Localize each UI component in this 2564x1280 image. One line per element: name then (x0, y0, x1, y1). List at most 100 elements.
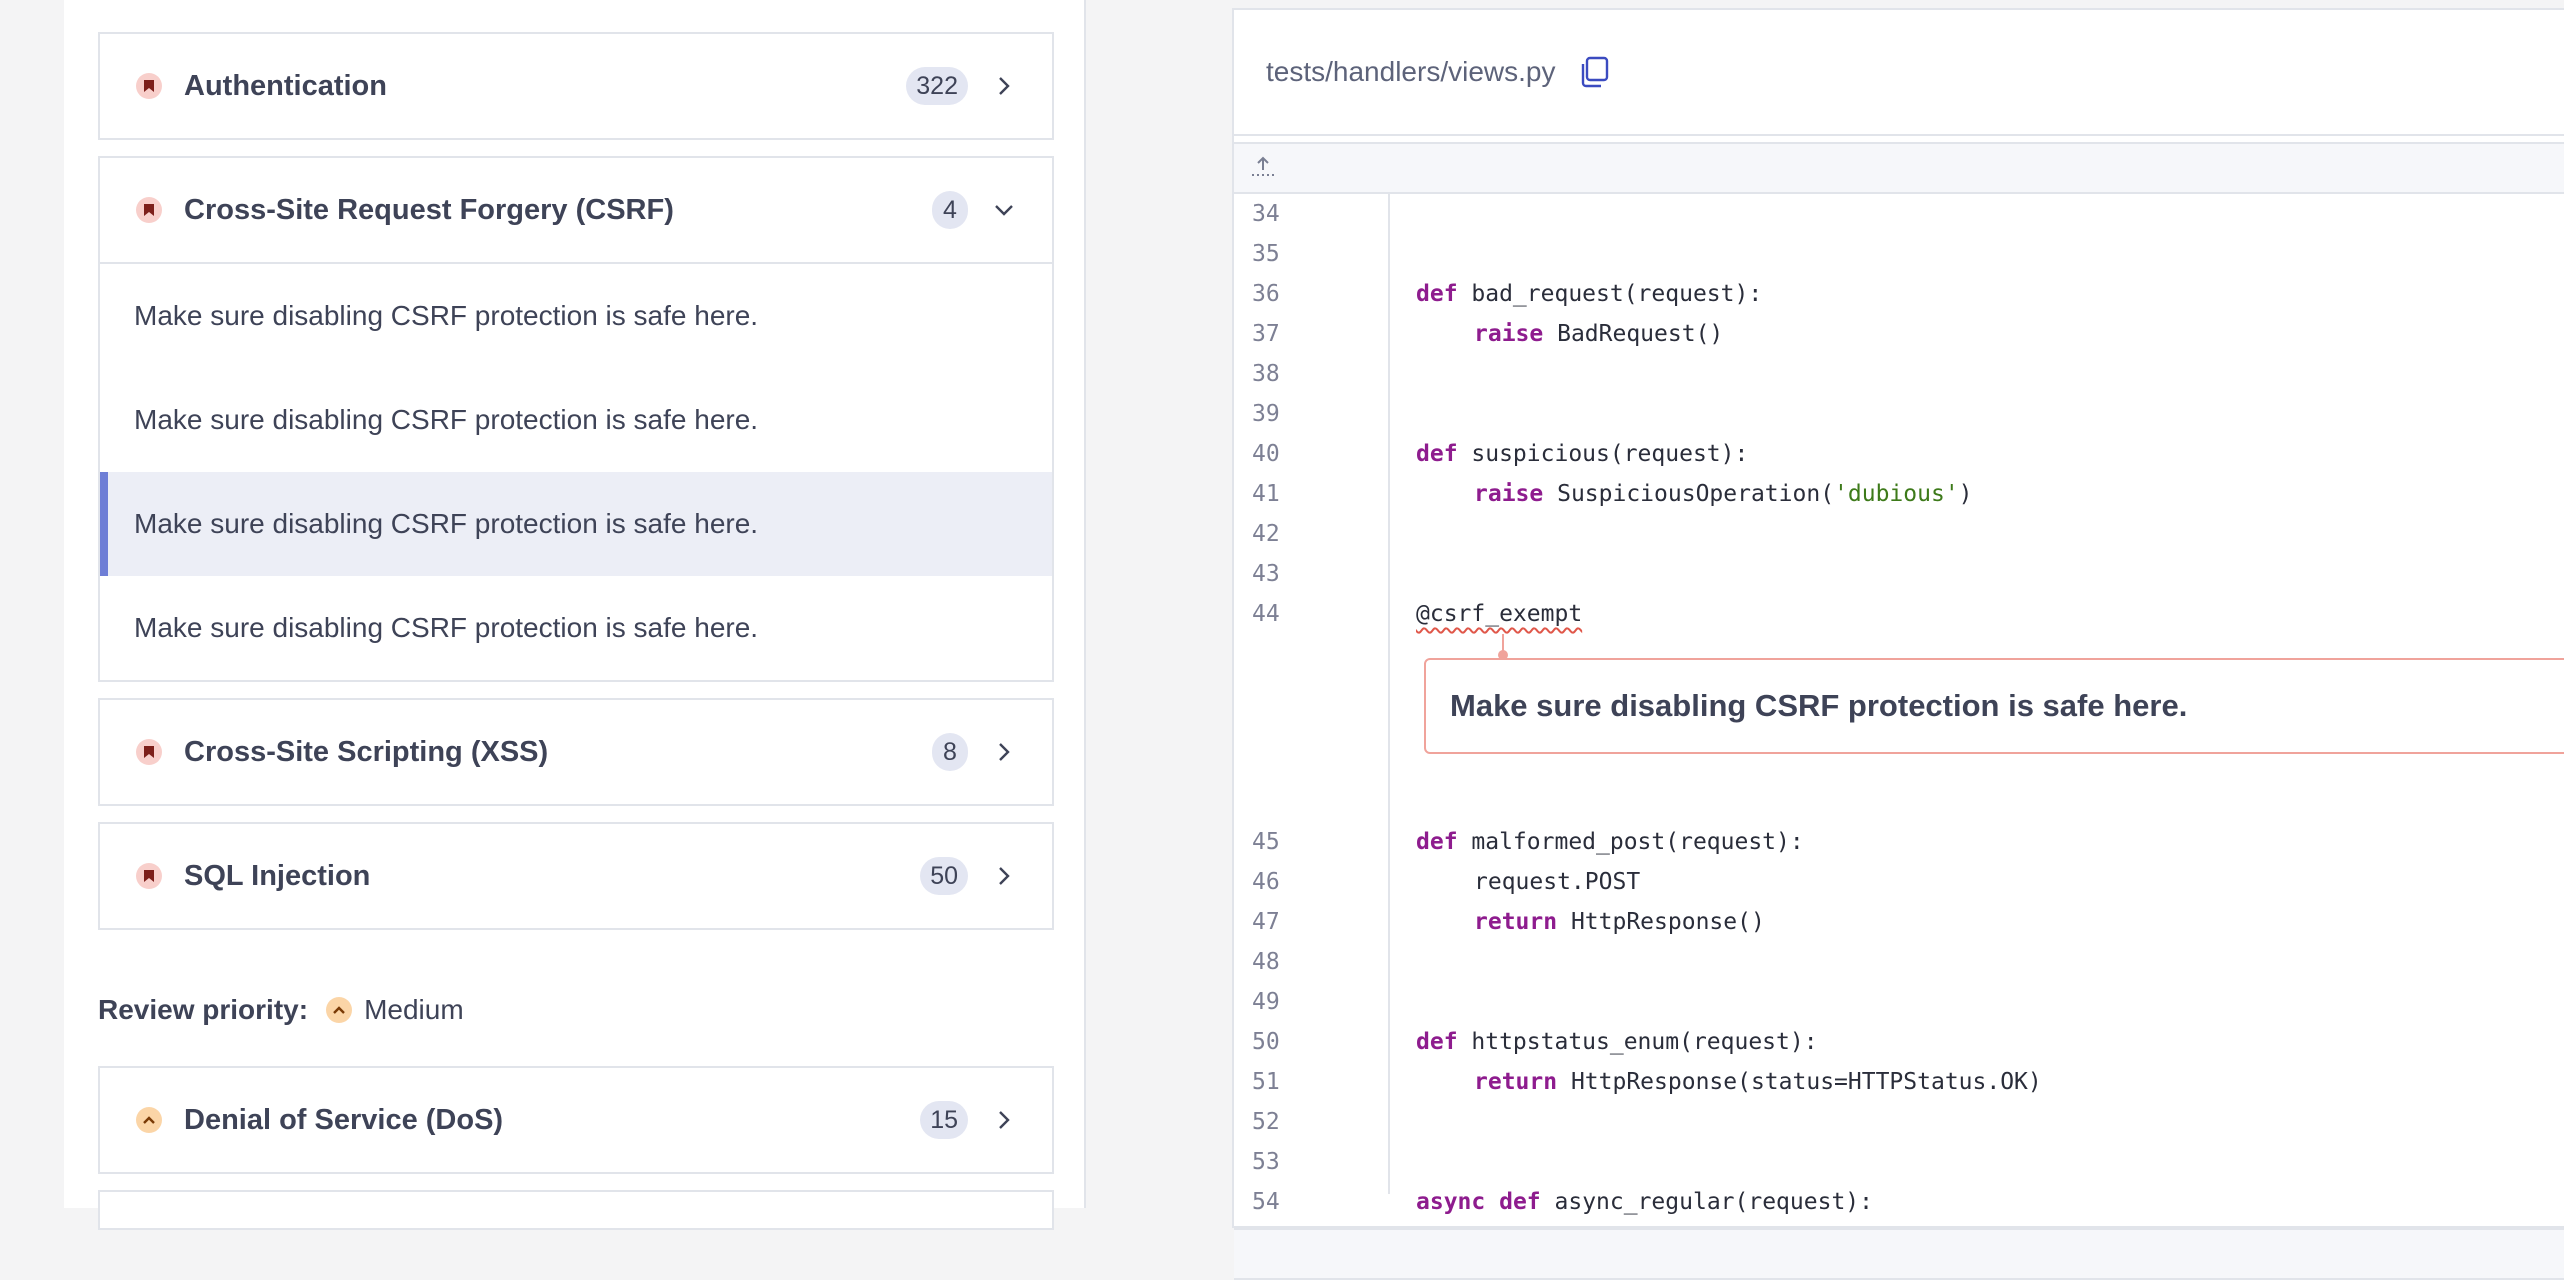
expand-above-button[interactable] (1234, 142, 2564, 194)
code-text: request.POST (1474, 869, 1641, 895)
code-line: 34 (1234, 194, 2564, 234)
code-line: 43 (1234, 554, 2564, 594)
category-title: Denial of Service (DoS) (184, 1103, 504, 1136)
code-fragment: HttpResponse(status=HTTPStatus.OK) (1557, 1069, 2042, 1095)
code-text: def suspicious(request): (1416, 441, 1748, 467)
category-title: Cross-Site Scripting (XSS) (184, 735, 549, 768)
line-number: 50 (1252, 1029, 1280, 1055)
expand-up-icon (1250, 154, 1276, 183)
code-fragment: malformed_post(request): (1457, 829, 1804, 855)
high-risk-icon (136, 197, 162, 223)
category-authentication: Authentication 322 (98, 32, 1054, 140)
line-number: 52 (1252, 1109, 1280, 1135)
line-number: 43 (1252, 561, 1280, 587)
category-sql-injection: SQL Injection 50 (98, 822, 1054, 930)
line-number: 38 (1252, 361, 1280, 387)
keyword: async (1416, 1189, 1486, 1215)
count-badge: 322 (906, 67, 968, 105)
code-line: 53 (1234, 1142, 2564, 1182)
category-dos: Denial of Service (DoS) 15 (98, 1066, 1054, 1174)
code-line: 54 async def async_regular(request): (1234, 1182, 2564, 1222)
code-fragment: ) (1958, 481, 1973, 507)
category-next-partial (98, 1190, 1054, 1230)
category-header-csrf[interactable]: Cross-Site Request Forgery (CSRF) 4 (100, 158, 1052, 262)
code-fragment: async_regular(request): (1540, 1189, 1874, 1215)
chevron-down-icon (992, 198, 1016, 222)
keyword: def (1416, 281, 1458, 307)
keyword: return (1474, 909, 1558, 935)
review-priority-caption: Review priority: (98, 994, 309, 1025)
file-path: tests/handlers/views.py (1266, 56, 1556, 87)
flagged-code[interactable]: @csrf_exempt (1416, 601, 1582, 627)
file-header: tests/handlers/views.py (1234, 10, 2564, 136)
line-number: 41 (1252, 481, 1280, 507)
keyword: return (1474, 1069, 1558, 1095)
keyword: raise (1474, 321, 1544, 347)
line-number: 44 (1252, 601, 1280, 627)
code-text: raise SuspiciousOperation('dubious') (1474, 481, 1973, 507)
hotspot-item[interactable]: Make sure disabling CSRF protection is s… (100, 264, 1052, 368)
code-text: def malformed_post(request): (1416, 829, 1804, 855)
high-risk-icon (136, 73, 162, 99)
chevron-right-icon (992, 1108, 1016, 1132)
issue-message: Make sure disabling CSRF protection is s… (1450, 688, 2188, 723)
issue-message-box[interactable]: Make sure disabling CSRF protection is s… (1424, 658, 2564, 754)
code-line: 36 def bad_request(request): (1234, 274, 2564, 314)
code-line: 50 def httpstatus_enum(request): (1234, 1022, 2564, 1062)
count-badge: 15 (920, 1101, 968, 1139)
code-fragment: SuspiciousOperation( (1543, 481, 1835, 507)
line-number: 37 (1252, 321, 1280, 347)
code-line: 41 raise SuspiciousOperation('dubious') (1234, 474, 2564, 514)
count-badge: 50 (920, 857, 968, 895)
code-area: 34 35 36 def bad_request(request): 37 ra… (1234, 194, 2564, 1280)
hotspot-item-selected[interactable]: Make sure disabling CSRF protection is s… (100, 472, 1052, 576)
line-number: 48 (1252, 949, 1280, 975)
medium-risk-icon (326, 997, 353, 1023)
code-text: raise BadRequest() (1474, 321, 1723, 347)
keyword: raise (1474, 481, 1544, 507)
chevron-right-icon (992, 864, 1016, 888)
category-title: SQL Injection (184, 859, 371, 892)
code-viewer: tests/handlers/views.py 34 35 36 def bad… (1232, 8, 2564, 1280)
category-header-dos[interactable]: Denial of Service (DoS) 15 (100, 1068, 1052, 1172)
code-line: 45 def malformed_post(request): (1234, 822, 2564, 862)
code-line: 46 request.POST (1234, 862, 2564, 902)
category-title: Cross-Site Request Forgery (CSRF) (184, 193, 674, 226)
code-line: 39 (1234, 394, 2564, 434)
code-line: 38 (1234, 354, 2564, 394)
code-fragment: HttpResponse() (1557, 909, 1765, 935)
code-line: 51 return HttpResponse(status=HTTPStatus… (1234, 1062, 2564, 1102)
code-text: def bad_request(request): (1416, 281, 1762, 307)
code-line: 42 (1234, 514, 2564, 554)
code-text: return HttpResponse() (1474, 909, 1765, 935)
hotspot-list: Make sure disabling CSRF protection is s… (100, 262, 1052, 680)
expand-below-button[interactable] (1234, 1228, 2564, 1280)
count-badge: 4 (932, 191, 968, 229)
code-fragment: BadRequest() (1543, 321, 1724, 347)
hotspot-item[interactable]: Make sure disabling CSRF protection is s… (100, 368, 1052, 472)
category-csrf: Cross-Site Request Forgery (CSRF) 4 Make… (98, 156, 1054, 682)
code-line: 48 (1234, 942, 2564, 982)
line-number: 39 (1252, 401, 1280, 427)
count-badge: 8 (932, 733, 968, 771)
line-number: 34 (1252, 201, 1280, 227)
copy-icon[interactable] (1577, 55, 1611, 89)
keyword: def (1416, 829, 1458, 855)
line-number: 42 (1252, 521, 1280, 547)
code-text: def httpstatus_enum(request): (1416, 1029, 1818, 1055)
code-line: 44 @csrf_exempt (1234, 594, 2564, 634)
code-line: 37 raise BadRequest() (1234, 314, 2564, 354)
review-priority-label: Review priority: Medium (98, 994, 464, 1026)
category-header-sql-injection[interactable]: SQL Injection 50 (100, 824, 1052, 928)
category-header-authentication[interactable]: Authentication 322 (100, 34, 1052, 138)
string-literal: 'dubious' (1834, 481, 1959, 507)
category-header-xss[interactable]: Cross-Site Scripting (XSS) 8 (100, 700, 1052, 804)
line-number: 40 (1252, 441, 1280, 467)
category-xss: Cross-Site Scripting (XSS) 8 (98, 698, 1054, 806)
issue-pointer (1498, 634, 1508, 660)
keyword: def (1416, 1029, 1458, 1055)
hotspot-item[interactable]: Make sure disabling CSRF protection is s… (100, 576, 1052, 680)
hotspot-categories-panel: Authentication 322 Cross-Site Request Fo… (64, 0, 1086, 1230)
high-risk-icon (136, 863, 162, 889)
issue-annotation-area: Make sure disabling CSRF protection is s… (1234, 634, 2564, 822)
